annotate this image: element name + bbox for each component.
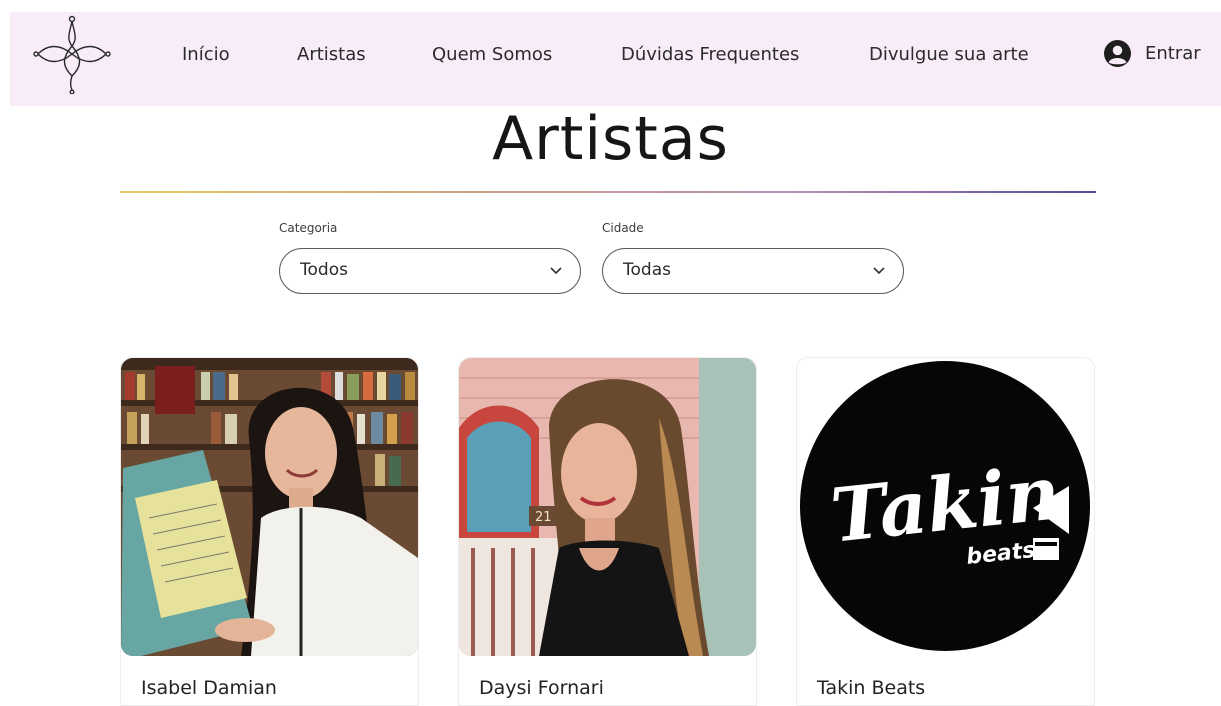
- category-select-value: Todos: [300, 260, 348, 280]
- nav-item-quem-somos[interactable]: Quem Somos: [432, 44, 552, 65]
- artist-photo: 21: [459, 358, 756, 656]
- nav-item-inicio[interactable]: Início: [182, 44, 230, 65]
- takin-beats-logo: Takin beats: [797, 358, 1094, 656]
- artist-card-daysi-fornari[interactable]: 21 Daysi Fornari: [458, 357, 757, 706]
- logo-icon[interactable]: [32, 14, 112, 94]
- category-filter-label: Categoria: [279, 221, 338, 235]
- artist-name: Daysi Fornari: [479, 677, 604, 699]
- city-filter-label: Cidade: [602, 221, 644, 235]
- artist-photo: [121, 358, 418, 656]
- artist-card-takin-beats[interactable]: Takin beats Takin Beats: [796, 357, 1095, 706]
- login-label: Entrar: [1145, 43, 1201, 64]
- artist-name: Takin Beats: [817, 677, 926, 699]
- page-title: Artistas: [492, 104, 729, 174]
- top-navigation-bar: Início Artistas Quem Somos Dúvidas Frequ…: [10, 12, 1221, 106]
- login-button[interactable]: Entrar: [1104, 40, 1201, 67]
- chevron-down-icon: [550, 267, 562, 275]
- user-account-icon: [1104, 40, 1131, 67]
- artist-name: Isabel Damian: [141, 677, 277, 699]
- nav-item-artistas[interactable]: Artistas: [297, 44, 366, 65]
- nav-item-duvidas-frequentes[interactable]: Dúvidas Frequentes: [621, 44, 799, 65]
- chevron-down-icon: [873, 267, 885, 275]
- city-select-value: Todas: [623, 260, 671, 280]
- city-select[interactable]: Todas: [602, 248, 904, 294]
- title-divider: [120, 191, 1096, 193]
- svg-text:21: 21: [535, 510, 552, 525]
- nav-item-divulgue-sua-arte[interactable]: Divulgue sua arte: [869, 44, 1029, 65]
- artist-card-isabel-damian[interactable]: Isabel Damian: [120, 357, 419, 706]
- category-select[interactable]: Todos: [279, 248, 581, 294]
